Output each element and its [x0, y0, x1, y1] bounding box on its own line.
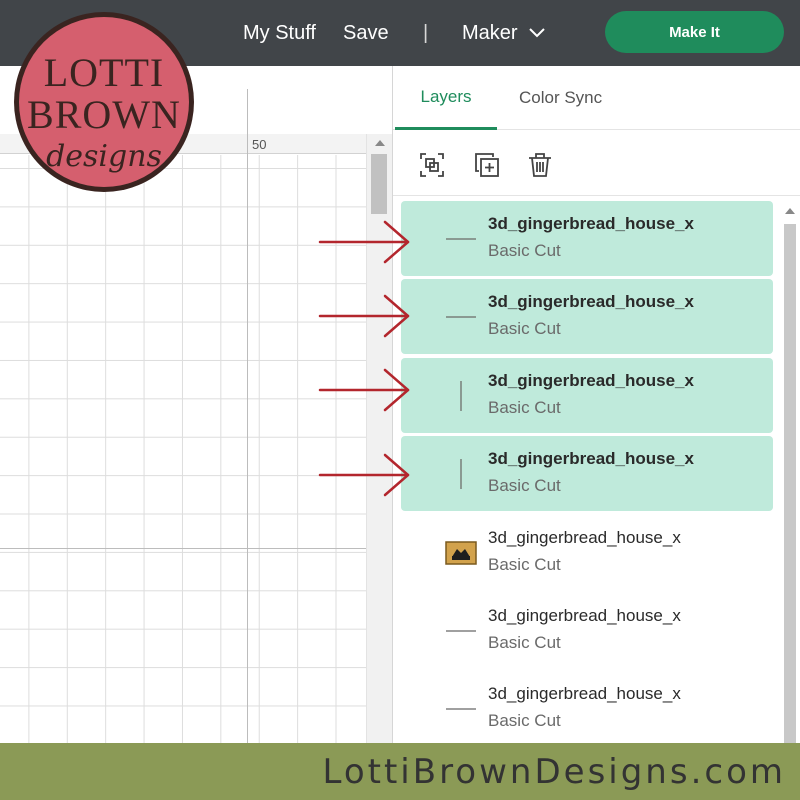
layers-panel: Layers Color Sync 3d_gingerbread_house_x…	[392, 66, 800, 743]
layer-item[interactable]: 3d_gingerbread_house_x Basic Cut	[401, 436, 773, 511]
layer-thumbnail	[443, 535, 479, 571]
tab-layers[interactable]: Layers	[395, 66, 497, 130]
grid-major-line	[0, 548, 366, 549]
layer-item[interactable]: 3d_gingerbread_house_x Basic Cut	[401, 279, 773, 354]
footer-website: LottiBrownDesigns.com	[322, 751, 786, 792]
layer-operation: Basic Cut	[488, 711, 561, 730]
group-button[interactable]	[417, 150, 447, 180]
canvas-grid	[0, 155, 366, 743]
delete-button[interactable]	[525, 150, 555, 180]
canvas-scrollbar[interactable]	[366, 134, 392, 743]
layer-item[interactable]: 3d_gingerbread_house_x Basic Cut	[401, 593, 773, 668]
layer-operation: Basic Cut	[488, 555, 561, 574]
make-it-button[interactable]: Make It	[605, 11, 784, 53]
layer-item[interactable]: 3d_gingerbread_house_x Basic Cut	[401, 201, 773, 276]
layer-name: 3d_gingerbread_house_x	[488, 449, 694, 468]
layer-operation: Basic Cut	[488, 398, 561, 417]
layer-operation: Basic Cut	[488, 633, 561, 652]
machine-dropdown[interactable]: Maker	[462, 0, 546, 66]
grid-major-line	[247, 89, 248, 743]
layer-thumbnail	[443, 299, 479, 335]
layer-thumbnail	[443, 221, 479, 257]
layers-scrollbar-thumb[interactable]	[784, 224, 796, 743]
layer-name: 3d_gingerbread_house_x	[488, 606, 681, 625]
nav-separator: |	[423, 21, 429, 44]
layer-name: 3d_gingerbread_house_x	[488, 528, 681, 547]
layer-thumbnail	[443, 691, 479, 727]
layer-name: 3d_gingerbread_house_x	[488, 371, 694, 390]
panel-tabs: Layers Color Sync	[393, 66, 800, 130]
logo-text-line3: designs	[46, 139, 162, 174]
footer-banner: LottiBrownDesigns.com	[0, 743, 800, 800]
layer-name: 3d_gingerbread_house_x	[488, 684, 681, 703]
machine-label: Maker	[462, 21, 518, 44]
layer-thumbnail	[443, 456, 479, 492]
logo-text-line1: LOTTI	[44, 50, 165, 95]
layer-operation: Basic Cut	[488, 476, 561, 495]
layer-thumbnail	[443, 613, 479, 649]
layers-list: 3d_gingerbread_house_x Basic Cut 3d_ging…	[393, 196, 779, 743]
layer-name: 3d_gingerbread_house_x	[488, 292, 694, 311]
trash-icon	[529, 153, 551, 177]
layer-operation: Basic Cut	[488, 319, 561, 338]
layer-item[interactable]: 3d_gingerbread_house_x Basic Cut	[401, 515, 773, 590]
ruler-label: 50	[252, 137, 267, 152]
my-stuff-link[interactable]: My Stuff	[243, 0, 316, 66]
duplicate-icon	[475, 153, 499, 177]
layer-item[interactable]: 3d_gingerbread_house_x Basic Cut	[401, 358, 773, 433]
scroll-up-arrow-icon[interactable]	[785, 208, 795, 214]
house-shape-icon	[445, 541, 477, 565]
tab-color-sync[interactable]: Color Sync	[519, 66, 602, 130]
layer-item[interactable]: 3d_gingerbread_house_x Basic Cut	[401, 671, 773, 743]
canvas-scrollbar-thumb[interactable]	[371, 154, 387, 214]
duplicate-button[interactable]	[472, 150, 502, 180]
group-icon	[420, 153, 444, 177]
chevron-down-icon	[528, 28, 545, 38]
layer-thumbnail	[443, 378, 479, 414]
brand-logo: LOTTI BROWN designs	[14, 12, 194, 192]
scroll-up-arrow-icon[interactable]	[375, 140, 385, 146]
save-link[interactable]: Save	[343, 0, 389, 66]
layer-operation: Basic Cut	[488, 241, 561, 260]
layers-toolbar	[393, 130, 800, 196]
logo-text-line2: BROWN	[27, 92, 181, 137]
layer-name: 3d_gingerbread_house_x	[488, 214, 694, 233]
layers-scrollbar[interactable]	[779, 196, 800, 743]
